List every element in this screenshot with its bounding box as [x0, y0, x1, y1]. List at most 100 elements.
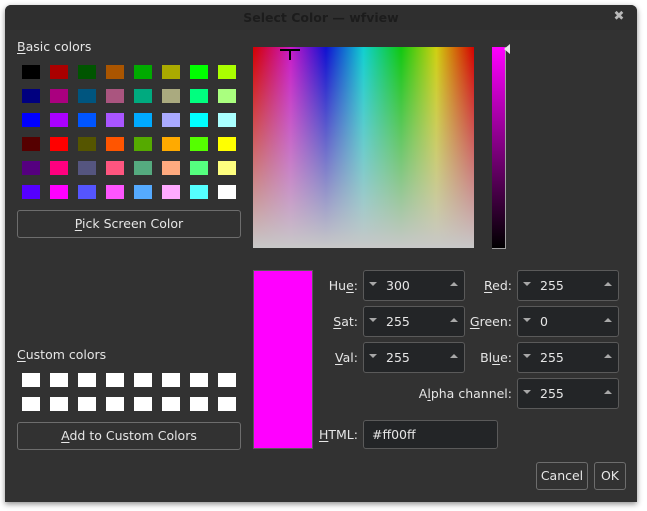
custom-color-swatch[interactable]: [134, 373, 152, 387]
alpha-value[interactable]: 255: [540, 379, 564, 408]
blue-decrement-icon[interactable]: [523, 354, 531, 358]
basic-color-swatch[interactable]: [106, 65, 124, 79]
basic-color-swatch[interactable]: [190, 113, 208, 127]
red-spinbox[interactable]: 255: [517, 270, 619, 301]
basic-color-swatch[interactable]: [162, 65, 180, 79]
basic-color-swatch[interactable]: [22, 65, 40, 79]
cancel-button[interactable]: Cancel: [536, 462, 588, 490]
basic-color-swatch[interactable]: [134, 161, 152, 175]
custom-color-swatch[interactable]: [22, 373, 40, 387]
basic-color-swatch[interactable]: [162, 113, 180, 127]
basic-color-swatch[interactable]: [78, 185, 96, 199]
color-preview: [253, 270, 313, 449]
basic-color-swatch[interactable]: [78, 137, 96, 151]
basic-color-swatch[interactable]: [106, 89, 124, 103]
custom-color-swatch[interactable]: [190, 397, 208, 411]
pick-screen-color-button[interactable]: Pick Screen Color: [17, 210, 241, 238]
basic-color-swatch[interactable]: [218, 113, 236, 127]
basic-color-swatch[interactable]: [162, 137, 180, 151]
basic-color-swatch[interactable]: [162, 185, 180, 199]
basic-color-swatch[interactable]: [134, 113, 152, 127]
custom-color-swatch[interactable]: [162, 373, 180, 387]
red-value[interactable]: 255: [540, 271, 564, 300]
custom-color-swatch[interactable]: [134, 397, 152, 411]
hue-saturation-picker[interactable]: [253, 47, 474, 248]
blue-increment-icon[interactable]: [604, 354, 612, 358]
custom-color-swatch[interactable]: [106, 397, 124, 411]
alpha-increment-icon[interactable]: [604, 390, 612, 394]
blue-value[interactable]: 255: [540, 343, 564, 372]
basic-color-swatch[interactable]: [218, 185, 236, 199]
green-increment-icon[interactable]: [604, 318, 612, 322]
custom-color-swatch[interactable]: [162, 397, 180, 411]
html-color-input[interactable]: #ff00ff: [363, 420, 498, 449]
alpha-spinbox[interactable]: 255: [517, 378, 619, 409]
custom-color-swatch[interactable]: [78, 397, 96, 411]
green-decrement-icon[interactable]: [523, 318, 531, 322]
basic-color-swatch[interactable]: [218, 89, 236, 103]
custom-color-swatch[interactable]: [218, 397, 236, 411]
green-spinbox[interactable]: 0: [517, 306, 619, 337]
basic-color-swatch[interactable]: [190, 161, 208, 175]
custom-color-swatch[interactable]: [22, 397, 40, 411]
basic-color-swatch[interactable]: [190, 137, 208, 151]
custom-color-swatch[interactable]: [78, 373, 96, 387]
custom-color-swatch[interactable]: [218, 373, 236, 387]
val-value[interactable]: 255: [386, 343, 410, 372]
hue-decrement-icon[interactable]: [369, 282, 377, 286]
val-decrement-icon[interactable]: [369, 354, 377, 358]
basic-color-swatch[interactable]: [50, 89, 68, 103]
sat-decrement-icon[interactable]: [369, 318, 377, 322]
add-to-custom-colors-button[interactable]: Add to Custom Colors: [17, 422, 241, 450]
basic-color-swatch[interactable]: [190, 185, 208, 199]
basic-color-swatch[interactable]: [106, 137, 124, 151]
value-slider[interactable]: [492, 47, 506, 249]
basic-color-swatch[interactable]: [50, 137, 68, 151]
red-decrement-icon[interactable]: [523, 282, 531, 286]
custom-color-swatch[interactable]: [106, 373, 124, 387]
custom-color-swatch[interactable]: [190, 373, 208, 387]
basic-color-swatch[interactable]: [218, 65, 236, 79]
basic-color-swatch[interactable]: [190, 65, 208, 79]
custom-color-swatch[interactable]: [50, 373, 68, 387]
basic-color-swatch[interactable]: [22, 137, 40, 151]
basic-color-swatch[interactable]: [134, 185, 152, 199]
basic-color-swatch[interactable]: [218, 137, 236, 151]
basic-color-swatch[interactable]: [78, 113, 96, 127]
basic-color-swatch[interactable]: [134, 65, 152, 79]
basic-color-swatch[interactable]: [106, 161, 124, 175]
alpha-decrement-icon[interactable]: [523, 390, 531, 394]
basic-color-swatch[interactable]: [134, 137, 152, 151]
basic-color-swatch[interactable]: [50, 185, 68, 199]
basic-color-swatch[interactable]: [218, 161, 236, 175]
value-slider-handle[interactable]: [504, 44, 510, 54]
basic-color-swatch[interactable]: [162, 161, 180, 175]
basic-color-swatch[interactable]: [22, 161, 40, 175]
blue-spinbox[interactable]: 255: [517, 342, 619, 373]
custom-color-swatch[interactable]: [50, 397, 68, 411]
basic-color-swatch[interactable]: [106, 113, 124, 127]
green-label: Green:: [469, 314, 512, 329]
green-value[interactable]: 0: [540, 307, 548, 336]
basic-color-swatch[interactable]: [50, 113, 68, 127]
basic-color-swatch[interactable]: [106, 185, 124, 199]
basic-color-swatch[interactable]: [78, 65, 96, 79]
basic-color-swatch[interactable]: [50, 161, 68, 175]
basic-color-swatch[interactable]: [22, 113, 40, 127]
basic-color-swatch[interactable]: [134, 89, 152, 103]
sat-value[interactable]: 255: [386, 307, 410, 336]
ok-button[interactable]: OK: [594, 462, 626, 490]
hue-value[interactable]: 300: [386, 271, 410, 300]
basic-color-swatch[interactable]: [50, 65, 68, 79]
basic-color-swatch[interactable]: [22, 89, 40, 103]
basic-color-swatch[interactable]: [190, 89, 208, 103]
basic-color-swatch[interactable]: [78, 161, 96, 175]
basic-color-swatch[interactable]: [78, 89, 96, 103]
red-increment-icon[interactable]: [604, 282, 612, 286]
basic-color-swatch[interactable]: [22, 185, 40, 199]
hue-label: Hue:: [328, 278, 358, 293]
basic-colors-label-mnemonic: B: [17, 39, 26, 54]
basic-color-swatch[interactable]: [162, 89, 180, 103]
pick-screen-text: ick Screen Color: [82, 216, 184, 231]
close-icon[interactable]: ✖: [613, 10, 625, 23]
